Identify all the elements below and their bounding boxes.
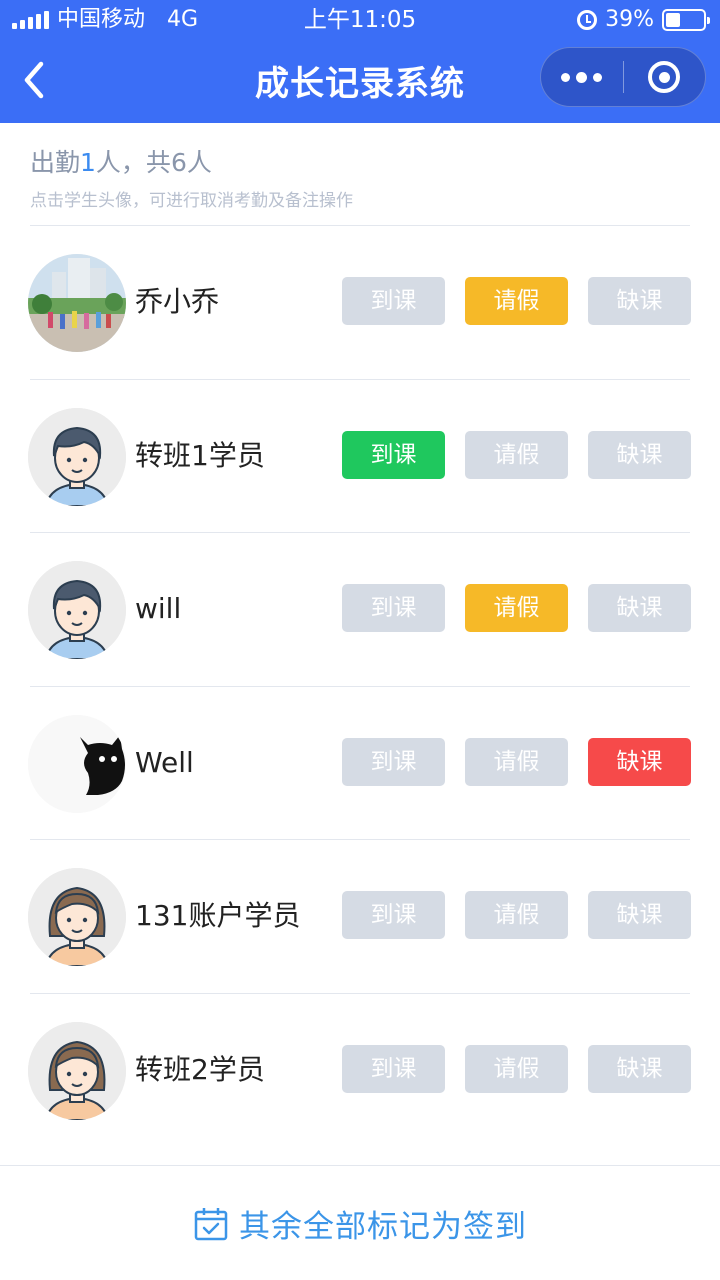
title-bar: 成长记录系统 [0,40,720,123]
girl-avatar-icon [28,868,126,967]
student-row: will 到课 请假 缺课 [0,533,720,687]
girl-avatar-icon [28,1021,126,1120]
present-button[interactable]: 到课 [342,430,445,479]
absent-button[interactable]: 缺课 [588,891,691,940]
student-avatar[interactable] [28,714,126,813]
student-avatar[interactable] [28,1021,126,1120]
student-row: 131账户学员 到课 请假 缺课 [0,840,720,994]
status-bar: 中国移动 4G 上午11:05 39% [0,0,720,40]
student-row: 转班2学员 到课 请假 缺课 [0,994,720,1148]
attendance-summary: 出勤1人，共6人 点击学生头像，可进行取消考勤及备注操作 [30,146,690,211]
boy-avatar-icon [28,561,126,660]
summary-suffix: 人 [186,148,212,177]
student-avatar[interactable] [28,407,126,506]
student-name: will [135,592,182,626]
present-button[interactable]: 到课 [342,737,445,786]
present-button[interactable]: 到课 [342,891,445,940]
student-row: 转班1学员 到课 请假 缺课 [0,380,720,534]
boy-avatar-icon [28,407,126,506]
summary-prefix: 出勤 [30,148,81,177]
leave-button[interactable]: 请假 [465,891,568,940]
student-avatar[interactable] [28,561,126,660]
mini-program-capsule [540,47,706,107]
absent-button[interactable]: 缺课 [588,584,691,633]
student-avatar[interactable] [28,254,126,352]
student-name: 转班1学员 [135,438,265,472]
hint-text: 点击学生头像，可进行取消考勤及备注操作 [30,191,353,211]
present-button[interactable]: 到课 [342,277,445,325]
more-button[interactable] [541,47,623,107]
more-dot [593,72,603,82]
footer-bar: 其余全部标记为签到 [0,1165,720,1280]
battery-icon [662,9,710,31]
summary-middle: 人，共 [95,148,171,177]
student-row: 乔小乔 到课 请假 缺课 [0,226,720,380]
more-dot [576,71,588,83]
leave-button[interactable]: 请假 [465,430,568,479]
cat-avatar-icon [28,714,126,813]
alarm-icon [577,10,598,30]
close-button[interactable] [624,47,706,107]
student-row: Well 到课 请假 缺课 [0,687,720,841]
absent-button[interactable]: 缺课 [588,430,691,479]
status-right: 39% [577,0,710,40]
target-close-icon [648,61,681,93]
footer-label: 其余全部标记为签到 [239,1209,527,1245]
student-name: 131账户学员 [135,899,301,933]
absent-button[interactable]: 缺课 [588,277,691,325]
leave-button[interactable]: 请假 [465,1044,568,1093]
summary-line: 出勤1人，共6人 [30,146,690,180]
present-button[interactable]: 到课 [342,584,445,633]
total-count: 6 [170,148,187,177]
app-header: 中国移动 4G 上午11:05 39% 成长记录系统 [0,0,720,123]
battery-percent: 39% [605,7,654,32]
photo-avatar-icon [28,254,126,352]
student-name: 转班2学员 [135,1052,265,1086]
mark-rest-present-button[interactable]: 其余全部标记为签到 [0,1166,720,1280]
leave-button[interactable]: 请假 [465,737,568,786]
calendar-check-icon [194,1207,228,1240]
student-avatar[interactable] [28,868,126,967]
battery-fill [666,13,681,27]
absent-button[interactable]: 缺课 [588,1044,691,1093]
attendance-page: 中国移动 4G 上午11:05 39% 成长记录系统 出勤1人，共6人 点击学生… [0,0,720,1280]
student-list: 乔小乔 到课 请假 缺课 转班1学员 到课 请假 缺课 will 到课 请假 缺… [0,226,720,1148]
present-count: 1 [80,148,96,177]
more-dots-icon [561,72,571,82]
leave-button[interactable]: 请假 [465,584,568,633]
present-button[interactable]: 到课 [342,1044,445,1093]
student-name: Well [135,745,194,779]
absent-button[interactable]: 缺课 [588,737,691,786]
student-name: 乔小乔 [135,285,220,318]
leave-button[interactable]: 请假 [465,277,568,325]
